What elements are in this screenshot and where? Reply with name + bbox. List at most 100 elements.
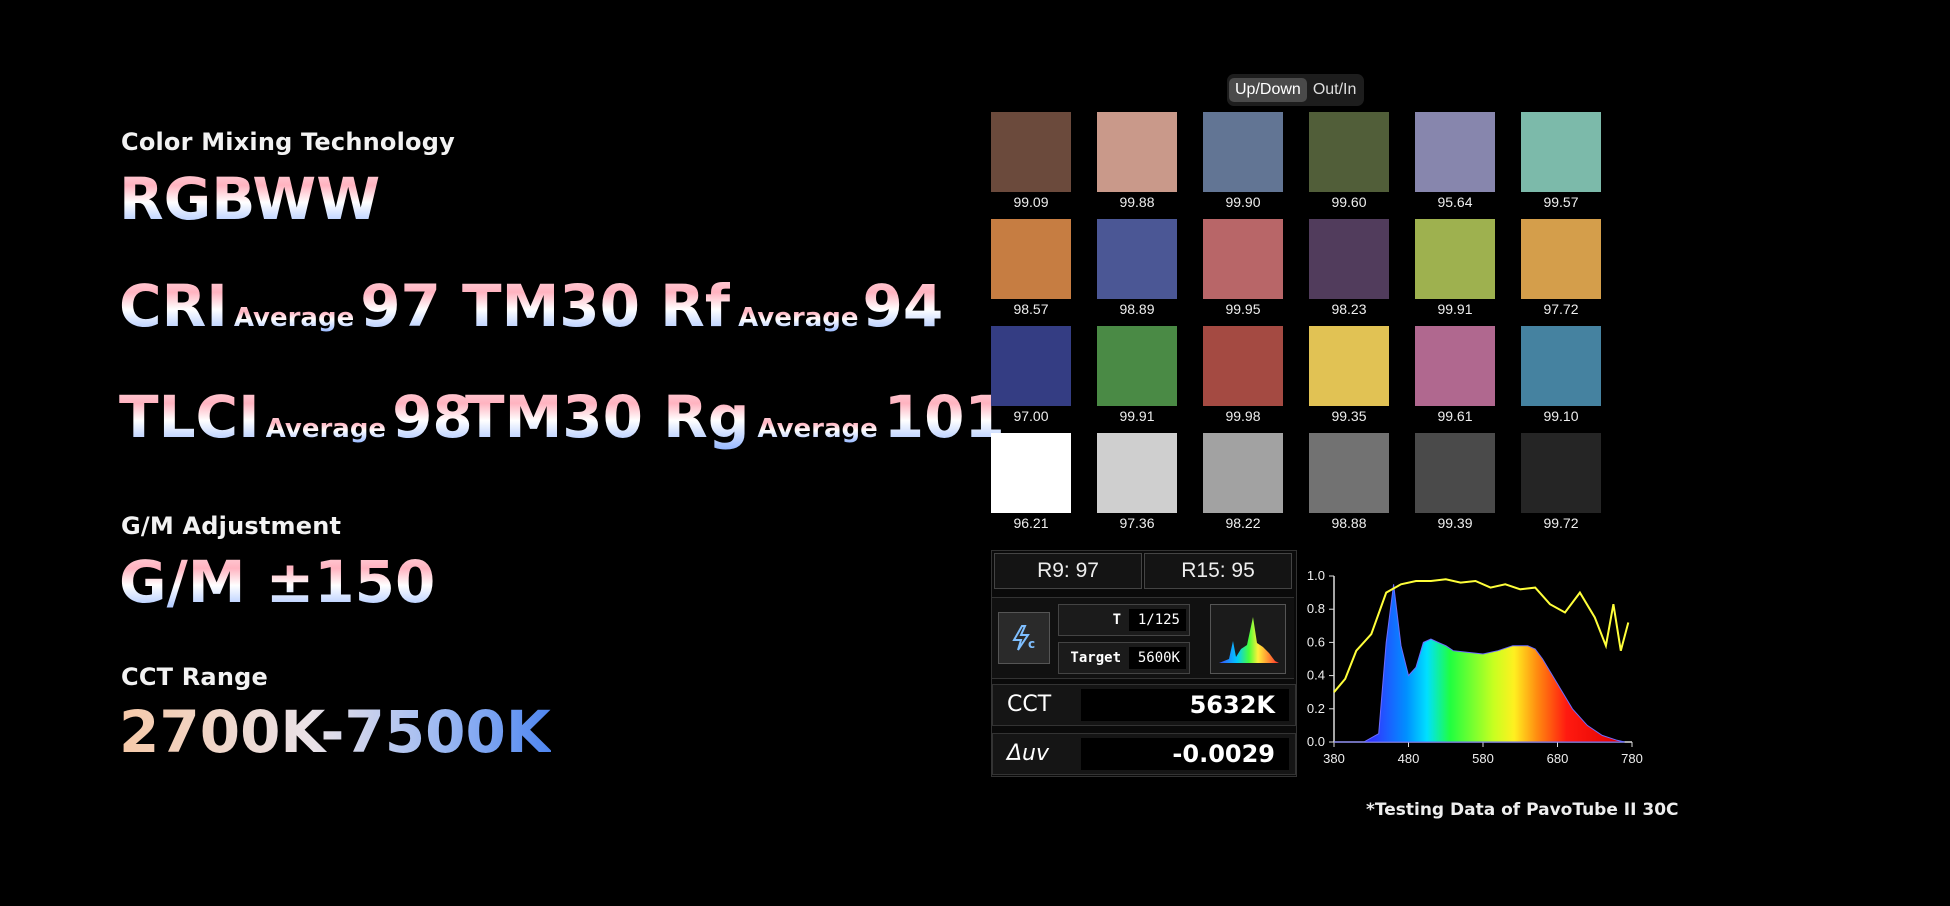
color-swatch-box [1309,433,1389,513]
color-swatch-value: 97.36 [1119,515,1155,531]
color-swatch-value: 99.35 [1331,408,1367,424]
y-tick-label: 1.0 [1307,568,1325,583]
color-swatch: 98.23 [1309,219,1389,317]
color-swatch-box [1415,326,1495,406]
duv-row: Δuv -0.0029 [992,733,1296,775]
x-tick-label: 580 [1472,751,1494,766]
color-swatch-box [1097,326,1177,406]
color-swatch-box [1097,112,1177,192]
cct-range-value: 2700K-7500K [119,698,551,766]
spectrum-thumbnail-icon [1219,617,1279,663]
y-tick-label: 0.4 [1307,668,1325,683]
y-tick-label: 0.0 [1307,734,1325,749]
color-swatch-value: 99.10 [1543,408,1579,424]
color-swatch-box [1415,112,1495,192]
color-swatch: 99.72 [1521,433,1601,531]
x-tick-label: 680 [1547,751,1569,766]
color-swatch-value: 99.61 [1437,408,1473,424]
color-swatch: 99.90 [1203,112,1283,210]
color-swatch-grid: 99.09 99.88 99.90 99.60 95.64 99.57 98.57 98.89… [991,112,1603,532]
cct-value: 5632K [1081,689,1289,721]
target-value: 5600K [1129,647,1186,669]
color-swatch: 97.72 [1521,219,1601,317]
toggle-up-down[interactable]: Up/Down [1229,78,1307,102]
color-swatch-value: 99.91 [1437,301,1473,317]
color-swatch-box [1203,433,1283,513]
color-swatch-value: 99.09 [1013,194,1049,210]
color-swatch-value: 99.95 [1225,301,1261,317]
color-swatch-box [1521,219,1601,299]
color-swatch-value: 98.23 [1331,301,1367,317]
gm-adjustment-label: G/M Adjustment [121,512,342,540]
color-swatch: 98.88 [1309,433,1389,531]
color-swatch: 99.57 [1521,112,1601,210]
color-swatch-value: 99.72 [1543,515,1579,531]
cri-value: 97 [360,272,441,340]
x-tick-label: 780 [1621,751,1643,766]
tlci-value: 98 [392,383,473,451]
tm30-rg-average-label: Average [757,414,878,444]
color-swatch-box [1309,112,1389,192]
target-field[interactable]: Target 5600K [1058,642,1190,674]
color-swatch-box [991,433,1071,513]
cct-label: CCT [1007,692,1052,717]
cct-row: CCT 5632K [992,684,1296,726]
y-tick-label: 0.2 [1307,701,1325,716]
color-swatch: 99.35 [1309,326,1389,424]
color-swatch: 99.91 [1097,326,1177,424]
tlci-metric: TLCI Average 98 [119,383,473,451]
color-swatch-value: 99.39 [1437,515,1473,531]
color-swatch-value: 99.91 [1119,408,1155,424]
color-swatch-box [991,112,1071,192]
duv-value: -0.0029 [1081,738,1289,770]
cct-range-label: CCT Range [121,663,268,691]
color-swatch-box [1521,326,1601,406]
color-swatch: 99.39 [1415,433,1495,531]
flash-icon: c [1012,625,1035,651]
spectrum-thumbnail[interactable] [1210,604,1286,674]
color-swatch: 99.95 [1203,219,1283,317]
light-meter-panel: R9: 97 R15: 95 c T 1/125 Target 5600K CC… [991,550,1297,777]
footnote: *Testing Data of PavoTube II 30C [1366,800,1679,820]
spectrum-chart: 380 480 580 680 780 0.0 0.2 0.4 0.6 0.8 1.0 [1307,568,1643,766]
shutter-field[interactable]: T 1/125 [1058,604,1190,636]
color-swatch: 99.60 [1309,112,1389,210]
spectrum-area [1334,584,1625,743]
color-swatch-value: 95.64 [1437,194,1473,210]
color-swatch-box [991,219,1071,299]
color-swatch: 95.64 [1415,112,1495,210]
color-swatch-box [1521,433,1601,513]
color-swatch: 99.10 [1521,326,1601,424]
x-tick-label: 480 [1398,751,1420,766]
svg-text:c: c [1028,637,1035,651]
cri-name: CRI [119,272,228,340]
color-swatch-box [1097,433,1177,513]
color-swatch: 99.61 [1415,326,1495,424]
toggle-out-in[interactable]: Out/In [1307,78,1363,102]
y-tick-label: 0.8 [1307,601,1325,616]
tlci-name: TLCI [119,383,260,451]
tlci-average-label: Average [265,414,387,444]
color-swatch-value: 98.57 [1013,301,1049,317]
color-swatch: 98.89 [1097,219,1177,317]
gm-adjustment-value: G/M ±150 [119,548,436,616]
shutter-value: 1/125 [1129,609,1186,631]
color-swatch: 97.36 [1097,433,1177,531]
tm30-rf-value: 94 [862,272,944,340]
color-swatch: 98.57 [991,219,1071,317]
color-swatch-value: 99.88 [1119,194,1155,210]
meter-settings: c T 1/125 Target 5600K [992,597,1294,679]
color-swatch-box [991,326,1071,406]
flash-mode-button[interactable]: c [998,612,1050,664]
tm30-rf-name: TM30 Rf [462,272,731,340]
color-swatch: 99.91 [1415,219,1495,317]
color-swatch: 99.88 [1097,112,1177,210]
color-swatch: 97.00 [991,326,1071,424]
color-swatch-box [1309,326,1389,406]
color-swatch: 99.98 [1203,326,1283,424]
color-mixing-label: Color Mixing Technology [121,128,455,156]
color-swatch-box [1415,219,1495,299]
color-swatch-box [1203,219,1283,299]
tm30-rg-name: TM30 Rg [465,383,750,451]
view-toggle: Up/Down Out/In [1227,74,1365,106]
